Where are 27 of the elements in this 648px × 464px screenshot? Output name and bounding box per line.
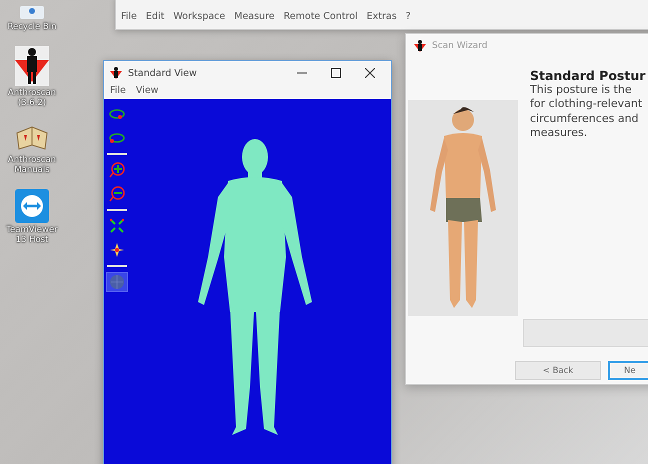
wizard-heading: Standard Postur	[530, 68, 646, 83]
tool-button[interactable]	[107, 185, 127, 203]
menu-item[interactable]: Remote Control	[284, 11, 358, 22]
description-line: for clothing-relevant	[530, 97, 644, 112]
window-title: Scan Wizard	[432, 41, 488, 51]
app-logo-icon	[110, 67, 122, 79]
description-line: measures.	[530, 126, 588, 140]
menu-item[interactable]: File	[110, 85, 126, 96]
wizard-button[interactable]: < Back	[515, 361, 601, 380]
arrows-icon[interactable]	[15, 188, 49, 223]
menu-item[interactable]: ?	[406, 11, 411, 22]
description-line: circumferences and	[530, 112, 640, 126]
tool-button[interactable]	[107, 161, 127, 179]
wizard-button[interactable]: Ne	[608, 361, 648, 380]
menu-item[interactable]: Measure	[234, 11, 275, 22]
close-icon[interactable]	[365, 68, 375, 78]
menu-item[interactable]: View	[136, 85, 158, 96]
description-line: This posture is the	[530, 83, 633, 98]
tool-button[interactable]	[107, 217, 127, 235]
menu-item[interactable]: Workspace	[173, 11, 226, 22]
window-title: Standard View	[128, 68, 198, 78]
app-logo-icon	[414, 40, 426, 52]
menu-item[interactable]: File	[121, 11, 137, 22]
menu-item[interactable]: Extras	[366, 11, 397, 22]
maximize-icon[interactable]	[331, 68, 341, 78]
recycle-bin-icon[interactable]	[17, 6, 47, 20]
menu-item[interactable]: Edit	[146, 11, 164, 22]
